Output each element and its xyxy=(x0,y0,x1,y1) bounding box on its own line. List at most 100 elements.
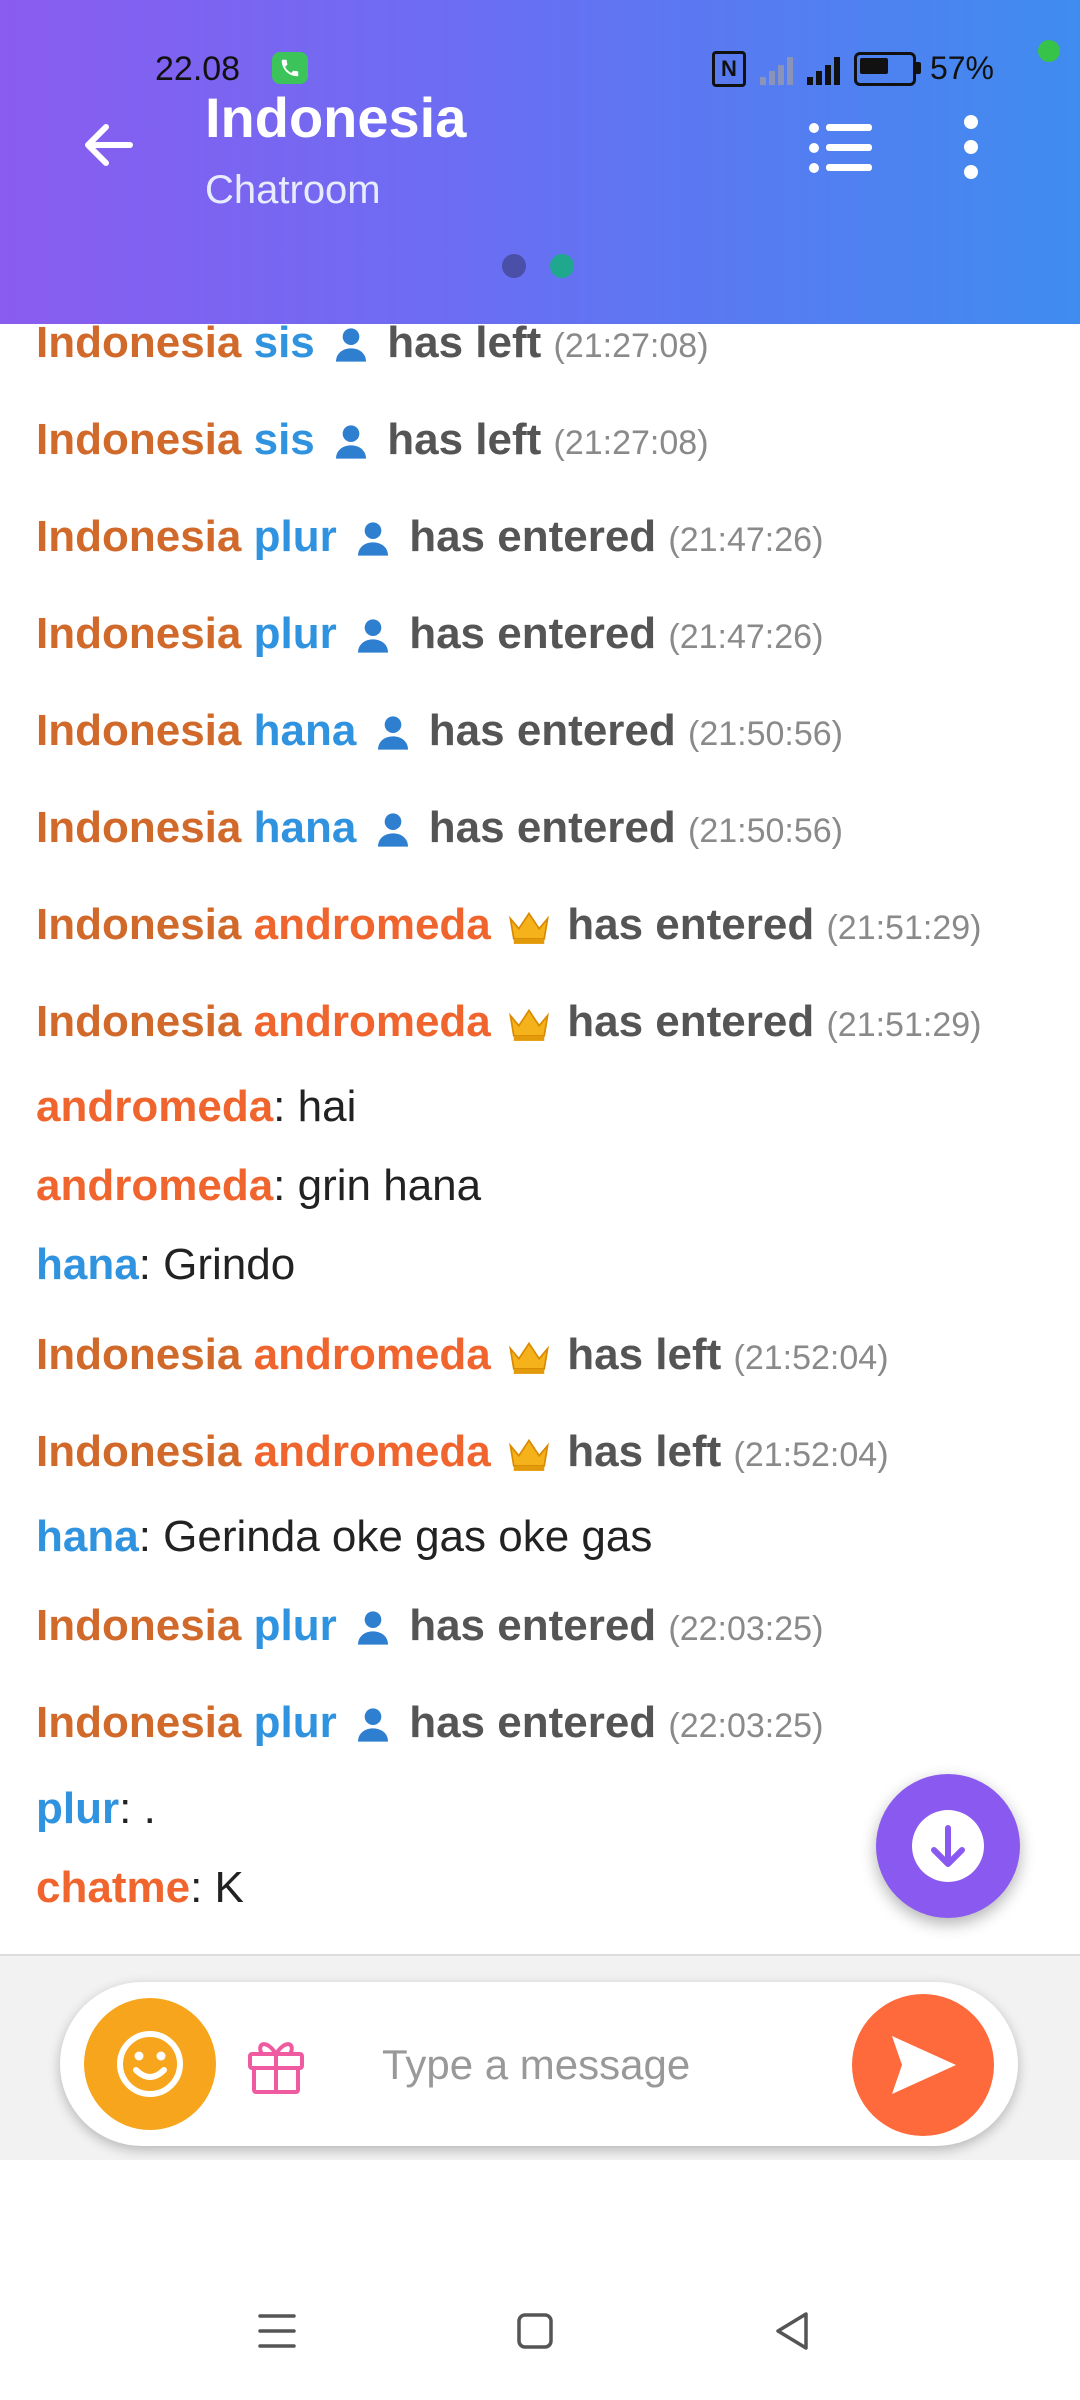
event-action: has entered xyxy=(428,803,676,852)
message-separator: : xyxy=(190,1863,215,1912)
privacy-indicator-dot xyxy=(1038,40,1060,62)
more-options-button[interactable] xyxy=(956,112,986,182)
event-action: has left xyxy=(567,1427,722,1476)
message-author[interactable]: plur xyxy=(36,1784,119,1833)
username[interactable]: hana xyxy=(254,803,357,852)
gift-icon xyxy=(248,2042,304,2094)
username[interactable]: andromeda xyxy=(254,1427,491,1476)
participants-list-button[interactable] xyxy=(808,120,874,176)
username[interactable]: plur xyxy=(254,609,337,658)
message-author[interactable]: hana xyxy=(36,1240,139,1289)
emoji-button[interactable] xyxy=(84,1998,216,2130)
room-name: Indonesia xyxy=(36,706,242,755)
event-time: (21:47:26) xyxy=(668,521,824,559)
message-separator: : xyxy=(273,1161,298,1210)
square-icon xyxy=(517,2313,553,2349)
crown-icon xyxy=(509,1009,549,1042)
username[interactable]: plur xyxy=(254,1601,337,1650)
event-action: has entered xyxy=(409,609,657,658)
room-name: Indonesia xyxy=(36,1330,242,1379)
message-separator: : xyxy=(119,1784,144,1833)
event-action: has entered xyxy=(409,512,657,561)
message-author[interactable]: chatme xyxy=(36,1863,190,1912)
chat-message-row: plur: . xyxy=(36,1784,156,1834)
room-name: Indonesia xyxy=(36,1698,242,1747)
person-icon xyxy=(336,328,367,363)
page-indicator xyxy=(502,254,574,278)
username[interactable]: plur xyxy=(254,512,337,561)
page-subtitle: Chatroom xyxy=(205,168,381,212)
smiley-icon xyxy=(117,2031,183,2097)
status-time: 22.08 xyxy=(155,50,241,88)
event-time: (22:03:25) xyxy=(668,1610,824,1648)
scroll-to-bottom-button[interactable] xyxy=(876,1774,1020,1918)
page-dot-1[interactable] xyxy=(502,254,526,278)
status-bar: 22.08 N 57% xyxy=(0,40,1080,104)
event-time: (21:50:56) xyxy=(688,812,843,850)
home-button[interactable] xyxy=(510,2306,560,2356)
arrow-left-icon xyxy=(85,124,133,166)
message-text: Gerinda oke gas oke gas xyxy=(163,1512,653,1561)
signal-sim1-icon xyxy=(759,53,793,85)
chat-message-row: andromeda: grin hana xyxy=(36,1161,481,1211)
person-icon xyxy=(357,1708,388,1743)
username[interactable]: andromeda xyxy=(254,900,491,949)
system-back-button[interactable] xyxy=(768,2306,818,2356)
event-action: has left xyxy=(567,1330,722,1379)
chat-event-row: Indonesia hana has entered (21:50:56) xyxy=(36,803,843,853)
chat-message-row: hana: Grindo xyxy=(36,1240,295,1290)
message-text: K xyxy=(214,1863,244,1912)
chat-event-row: Indonesia plur has entered (21:47:26) xyxy=(36,512,823,562)
person-icon xyxy=(357,522,388,557)
message-author[interactable]: andromeda xyxy=(36,1161,273,1210)
chat-event-row: Indonesia plur has entered (21:47:26) xyxy=(36,609,823,659)
send-button[interactable] xyxy=(852,1994,994,2136)
triangle-back-icon xyxy=(776,2312,808,2350)
username[interactable]: andromeda xyxy=(254,997,491,1046)
message-input[interactable] xyxy=(380,2024,884,2106)
battery-icon xyxy=(853,51,921,86)
event-time: (21:27:08) xyxy=(553,424,709,462)
composer-area xyxy=(0,1954,1080,2162)
signal-sim2-icon xyxy=(806,53,840,85)
composer-bar xyxy=(60,1982,1018,2146)
person-icon xyxy=(357,1611,388,1646)
event-time: (21:51:29) xyxy=(826,1006,982,1044)
crown-icon xyxy=(509,1342,549,1375)
event-time: (22:03:25) xyxy=(668,1707,824,1745)
event-action: has left xyxy=(387,324,542,367)
username[interactable]: plur xyxy=(254,1698,337,1747)
event-action: has entered xyxy=(567,997,815,1046)
chat-log[interactable]: Indonesia sis has left (21:27:08) Indone… xyxy=(0,324,1080,1954)
event-time: (21:51:29) xyxy=(826,909,982,947)
page-title: Indonesia xyxy=(205,86,467,149)
chat-event-row: Indonesia hana has entered (21:50:56) xyxy=(36,706,843,756)
page-dot-2[interactable] xyxy=(550,254,574,278)
message-author[interactable]: andromeda xyxy=(36,1082,273,1131)
recents-button[interactable] xyxy=(252,2306,302,2356)
username[interactable]: andromeda xyxy=(254,1330,491,1379)
username[interactable]: hana xyxy=(254,706,357,755)
gift-button[interactable] xyxy=(244,2032,308,2096)
chat-event-row: Indonesia sis has left (21:27:08) xyxy=(36,415,709,465)
message-author[interactable]: hana xyxy=(36,1512,139,1561)
message-text: . xyxy=(143,1784,156,1833)
back-button[interactable] xyxy=(78,115,138,175)
chat-event-row: Indonesia plur has entered (22:03:25) xyxy=(36,1601,823,1651)
event-action: has entered xyxy=(428,706,676,755)
room-name: Indonesia xyxy=(36,997,242,1046)
more-vertical-icon xyxy=(964,115,978,179)
room-name: Indonesia xyxy=(36,900,242,949)
event-action: has entered xyxy=(409,1698,657,1747)
arrow-down-circle-icon xyxy=(931,1825,965,1867)
username[interactable]: sis xyxy=(254,415,315,464)
person-icon xyxy=(357,619,388,654)
username[interactable]: sis xyxy=(254,324,315,367)
room-name: Indonesia xyxy=(36,324,242,367)
list-icon xyxy=(809,123,872,173)
room-name: Indonesia xyxy=(36,512,242,561)
crown-icon xyxy=(509,912,549,945)
message-separator: : xyxy=(138,1512,164,1561)
event-action: has entered xyxy=(567,900,815,949)
battery-percent: 57% xyxy=(929,50,994,86)
